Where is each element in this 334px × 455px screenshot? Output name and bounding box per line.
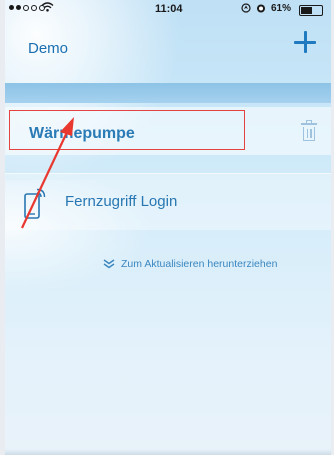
pull-to-refresh-label: Zum Aktualisieren herunterziehen — [121, 258, 278, 270]
status-bar: 11:04 61% — [5, 0, 331, 18]
battery-percent: 61% — [270, 3, 291, 14]
device-row[interactable]: Wärmepumpe — [5, 107, 331, 155]
annotation-highlight-box — [9, 110, 245, 150]
battery-level-fill — [301, 7, 312, 14]
remote-access-row[interactable]: Fernzugriff Login — [5, 173, 331, 230]
status-time: 11:04 — [155, 3, 183, 15]
pull-to-refresh-hint: Zum Aktualisieren herunterziehen — [103, 258, 277, 270]
app-screen: 11:04 61% Demo Wärmepumpe Fernzugriff Lo… — [5, 0, 331, 455]
alarm-icon — [256, 3, 266, 16]
bottom-edge-shade — [5, 449, 331, 455]
remote-login-label[interactable]: Fernzugriff Login — [65, 193, 177, 210]
signal-strength-icon — [9, 5, 45, 11]
trash-icon[interactable] — [301, 120, 317, 141]
wifi-icon — [41, 2, 54, 15]
nav-title-demo[interactable]: Demo — [28, 40, 68, 57]
section-header-band — [5, 83, 331, 103]
double-chevron-down-icon — [103, 259, 115, 269]
location-icon — [241, 3, 251, 16]
phone-wireless-icon — [23, 188, 47, 219]
navigation-bar: Demo — [5, 18, 331, 68]
add-device-button[interactable] — [291, 28, 321, 58]
battery-icon — [299, 5, 323, 16]
